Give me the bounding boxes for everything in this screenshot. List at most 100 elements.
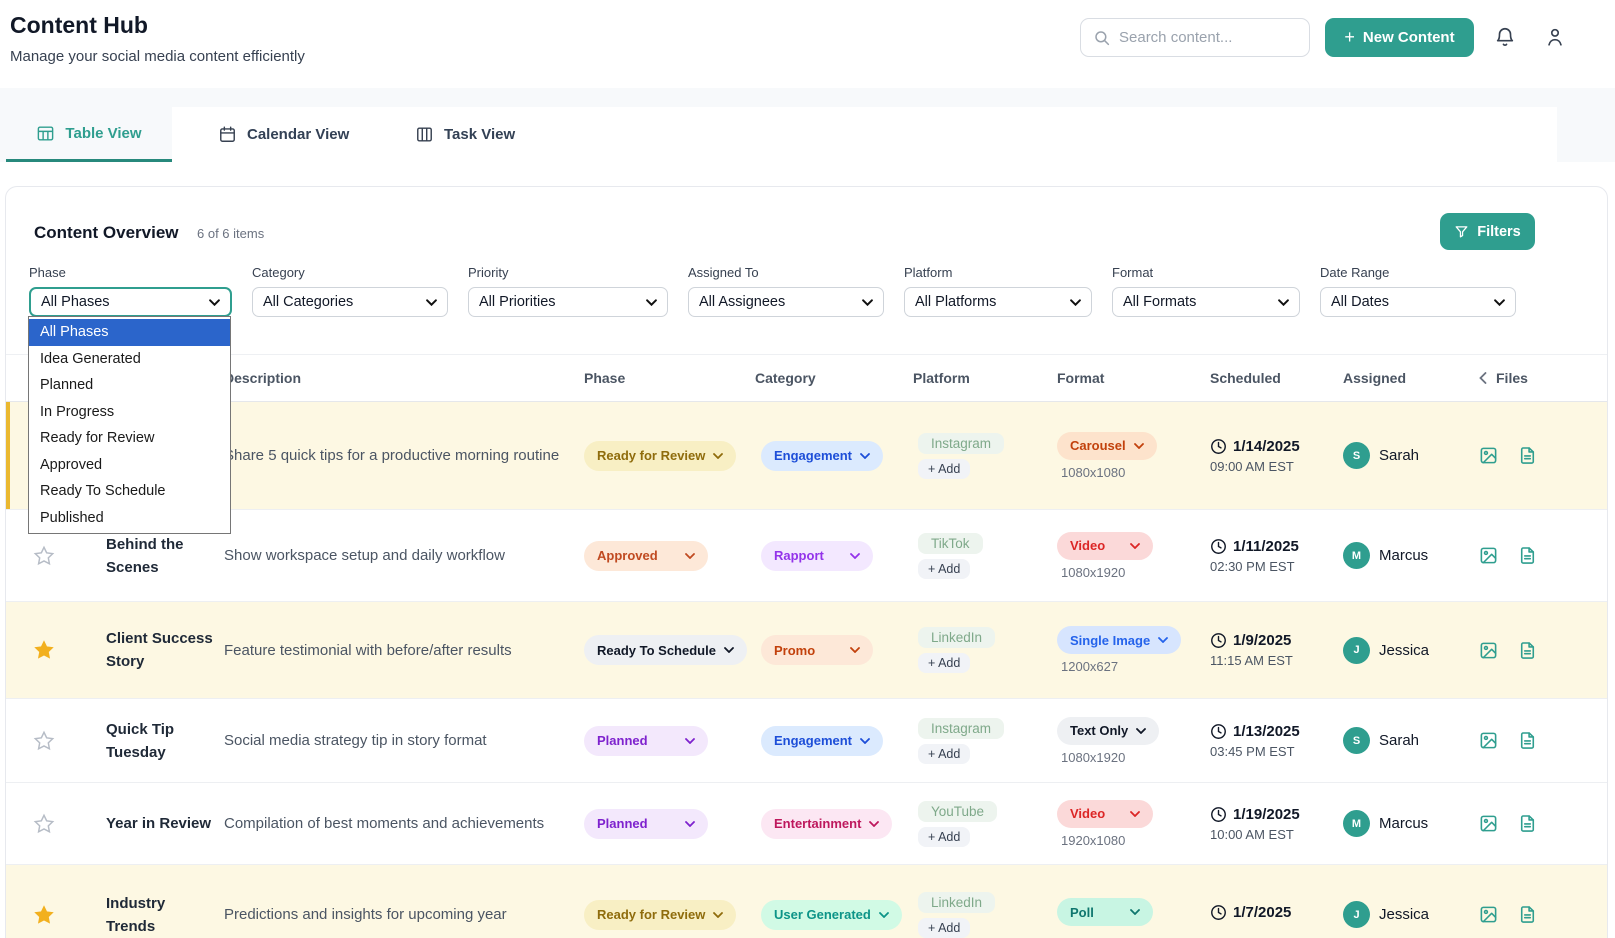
star-icon[interactable] xyxy=(33,545,55,567)
clock-icon xyxy=(1210,538,1227,555)
phase-option[interactable]: All Phases xyxy=(29,319,230,346)
format-select[interactable]: Carousel xyxy=(1057,432,1157,460)
phase-option[interactable]: Planned xyxy=(29,372,230,399)
filter-bar: Phase All Phases Category All Categories… xyxy=(6,265,1607,317)
new-content-button[interactable]: + New Content xyxy=(1325,18,1474,57)
phase-option[interactable]: Ready for Review xyxy=(29,425,230,452)
chevron-down-icon xyxy=(850,647,860,653)
format-select[interactable]: Text Only xyxy=(1057,717,1159,745)
phase-option[interactable]: Ready To Schedule xyxy=(29,478,230,505)
format-select[interactable]: Video xyxy=(1057,800,1153,828)
chevron-down-icon xyxy=(1130,811,1140,817)
add-platform-button[interactable]: + Add xyxy=(918,559,970,579)
view-tabs: Table View Calendar View Task View xyxy=(0,88,1615,162)
filter-label: Date Range xyxy=(1320,265,1516,280)
phase-select[interactable]: Ready for Review xyxy=(584,900,736,930)
table-row[interactable]: Industry Trends Predictions and insights… xyxy=(6,865,1607,938)
phase-select[interactable]: Ready To Schedule xyxy=(584,635,747,665)
category-select[interactable]: Promo xyxy=(761,635,873,665)
format-dimensions: 1080x1920 xyxy=(1061,750,1125,765)
assignee-name: Jessica xyxy=(1379,642,1429,659)
search-box[interactable] xyxy=(1080,18,1310,57)
table-row[interactable]: Client Success Story Feature testimonial… xyxy=(6,602,1607,699)
image-file-icon[interactable] xyxy=(1479,731,1498,750)
col-files: Files xyxy=(1496,370,1528,386)
platform-filter-select[interactable]: All Platforms xyxy=(904,287,1092,317)
document-file-icon[interactable] xyxy=(1518,814,1537,833)
add-platform-button[interactable]: + Add xyxy=(918,918,970,938)
format-dimensions: 1920x1080 xyxy=(1061,833,1125,848)
row-description: Predictions and insights for upcoming ye… xyxy=(216,906,566,923)
image-file-icon[interactable] xyxy=(1479,641,1498,660)
star-icon[interactable] xyxy=(33,813,55,835)
phase-select[interactable]: Ready for Review xyxy=(584,441,736,471)
star-icon[interactable] xyxy=(33,639,55,661)
table-row[interactable]: Year in Review Compilation of best momen… xyxy=(6,783,1607,865)
tab-calendar-view[interactable]: Calendar View xyxy=(218,107,349,162)
priority-filter-select[interactable]: All Priorities xyxy=(468,287,668,317)
category-select[interactable]: Entertainment xyxy=(761,809,892,839)
document-file-icon[interactable] xyxy=(1518,641,1537,660)
phase-select[interactable]: Planned xyxy=(584,809,708,839)
phase-option[interactable]: In Progress xyxy=(29,399,230,426)
document-file-icon[interactable] xyxy=(1518,905,1537,924)
chevron-down-icon xyxy=(850,553,860,559)
document-file-icon[interactable] xyxy=(1518,546,1537,565)
clock-icon xyxy=(1210,438,1227,455)
plus-icon: + xyxy=(1344,27,1355,48)
daterange-filter-select[interactable]: All Dates xyxy=(1320,287,1516,317)
assigned-filter-select[interactable]: All Assignees xyxy=(688,287,884,317)
format-dimensions: 1080x1080 xyxy=(1061,465,1125,480)
format-filter-select[interactable]: All Formats xyxy=(1112,287,1300,317)
format-select[interactable]: Single Image xyxy=(1057,626,1181,654)
filter-icon xyxy=(1454,224,1469,239)
document-file-icon[interactable] xyxy=(1518,446,1537,465)
phase-filter-select[interactable]: All Phases xyxy=(29,287,232,317)
image-file-icon[interactable] xyxy=(1479,905,1498,924)
phase-option[interactable]: Approved xyxy=(29,452,230,479)
star-icon[interactable] xyxy=(33,904,55,926)
tab-table-view[interactable]: Table View xyxy=(6,107,172,162)
tab-task-view[interactable]: Task View xyxy=(415,107,515,162)
assignee-name: Marcus xyxy=(1379,547,1428,564)
phase-option[interactable]: Published xyxy=(29,505,230,532)
user-icon[interactable] xyxy=(1544,26,1566,48)
phase-select[interactable]: Approved xyxy=(584,541,708,571)
filter-label: Category xyxy=(252,265,448,280)
image-file-icon[interactable] xyxy=(1479,546,1498,565)
task-view-icon xyxy=(415,125,434,144)
filters-button[interactable]: Filters xyxy=(1440,213,1535,250)
tab-label: Calendar View xyxy=(247,126,349,143)
bell-icon[interactable] xyxy=(1494,26,1516,48)
chevron-down-icon xyxy=(426,299,437,306)
chevron-down-icon xyxy=(646,299,657,306)
items-count: 6 of 6 items xyxy=(197,226,264,241)
format-select[interactable]: Video xyxy=(1057,532,1153,560)
search-input[interactable] xyxy=(1119,29,1279,46)
image-file-icon[interactable] xyxy=(1479,814,1498,833)
scheduled-time: 09:00 AM EST xyxy=(1210,459,1339,474)
add-platform-button[interactable]: + Add xyxy=(918,744,970,764)
filter-label: Phase xyxy=(29,265,232,280)
document-file-icon[interactable] xyxy=(1518,731,1537,750)
chevron-left-icon[interactable] xyxy=(1479,372,1487,384)
category-select[interactable]: Engagement xyxy=(761,441,883,471)
add-platform-button[interactable]: + Add xyxy=(918,827,970,847)
image-file-icon[interactable] xyxy=(1479,446,1498,465)
add-platform-button[interactable]: + Add xyxy=(918,653,970,673)
category-select[interactable]: Rapport xyxy=(761,541,873,571)
table-row[interactable]: Quick Tip Tuesday Social media strategy … xyxy=(6,699,1607,783)
phase-select[interactable]: Planned xyxy=(584,726,708,756)
row-title: Year in Review xyxy=(66,812,216,835)
category-select[interactable]: User Generated xyxy=(761,900,902,930)
table-row[interactable]: Behind the Scenes Show workspace setup a… xyxy=(6,510,1607,602)
filter-category: Category All Categories xyxy=(252,265,448,317)
format-select[interactable]: Poll xyxy=(1057,898,1153,926)
add-platform-button[interactable]: + Add xyxy=(918,459,970,479)
category-filter-select[interactable]: All Categories xyxy=(252,287,448,317)
star-icon[interactable] xyxy=(33,730,55,752)
filter-phase: Phase All Phases xyxy=(29,265,232,317)
category-select[interactable]: Engagement xyxy=(761,726,883,756)
table-row[interactable]: Share 5 quick tips for a productive morn… xyxy=(6,402,1607,510)
phase-option[interactable]: Idea Generated xyxy=(29,346,230,373)
